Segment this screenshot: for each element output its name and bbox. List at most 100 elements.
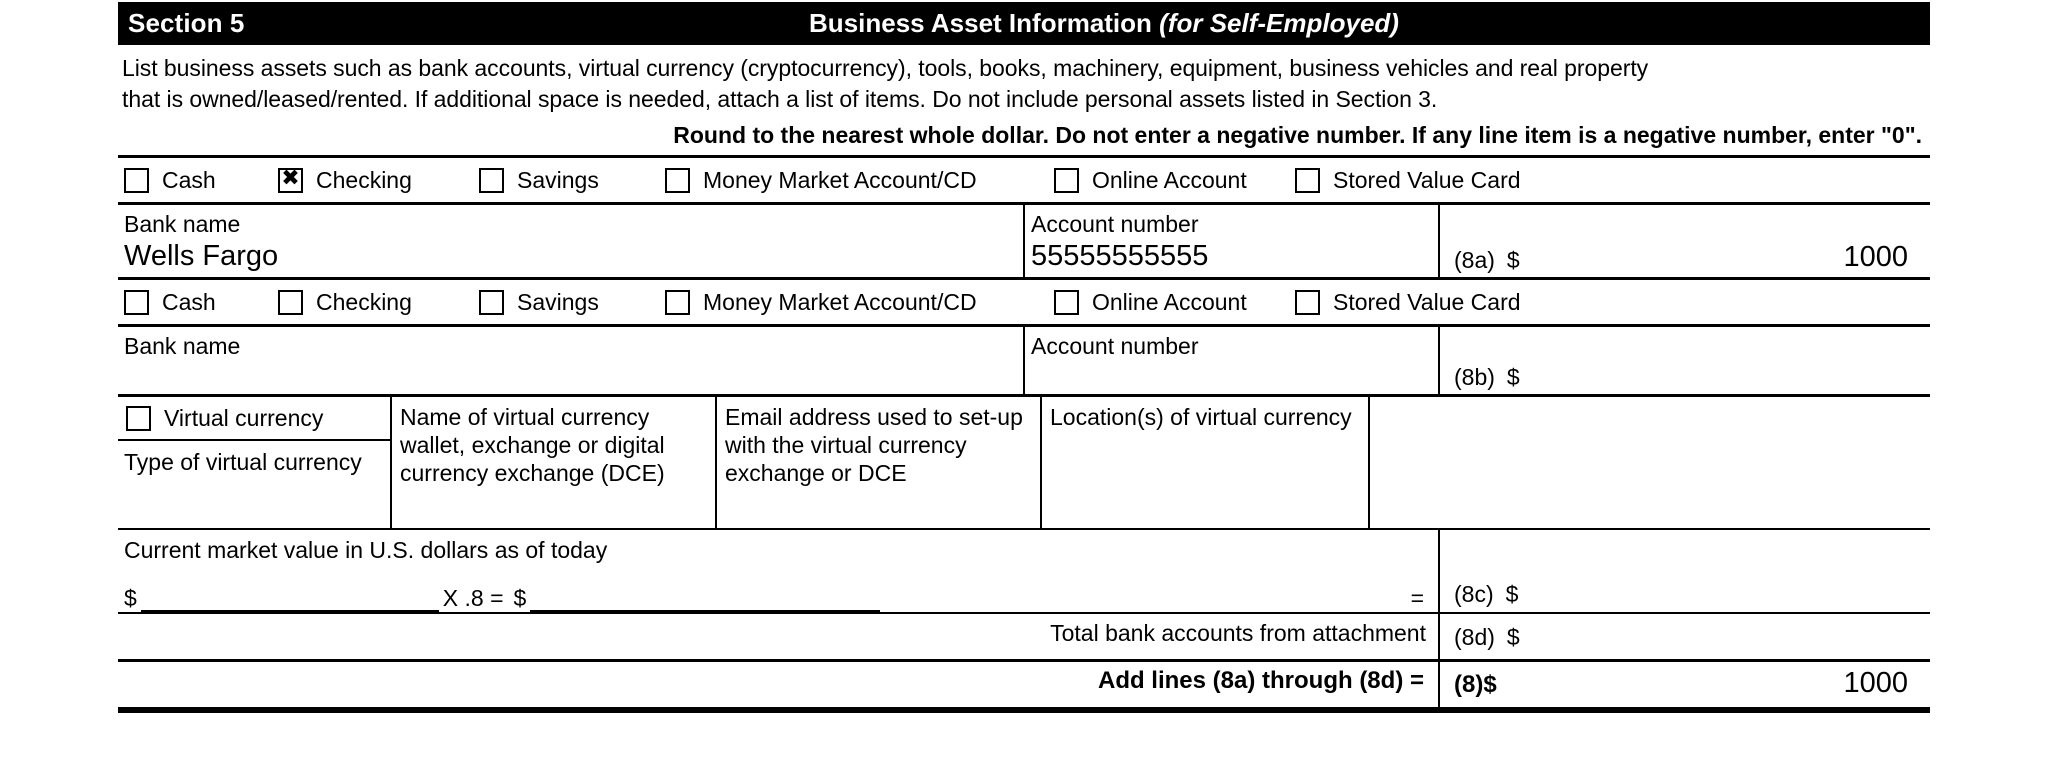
bank-name-value[interactable] (118, 360, 1023, 394)
form-page: Section 5 Business Asset Information (fo… (0, 0, 2048, 777)
check-mark-icon: ✖ (281, 166, 300, 191)
market-value-input-2[interactable] (530, 586, 881, 612)
bank-name-value[interactable]: Wells Fargo (118, 238, 1023, 277)
virtual-currency-location-label: Location(s) of virtual currency (1050, 404, 1352, 430)
line-tag-8d: (8d) $ (1454, 624, 1520, 650)
dollar-sign-2: $ (513, 585, 527, 611)
line-tag-text: (8b) (1454, 364, 1495, 390)
instructions-line-1: List business assets such as bank accoun… (122, 55, 1649, 81)
checkbox-label: Savings (517, 288, 599, 315)
row-8b-block: Cash Checking Savings Money Market Accou… (118, 277, 1930, 394)
checkbox-stored-value-card-8b[interactable]: Stored Value Card (1295, 289, 1521, 316)
checkbox-box-icon[interactable] (1054, 167, 1079, 193)
account-number-value[interactable] (1025, 360, 1438, 394)
amount-cell-total[interactable]: (8)$ 1000 (1438, 662, 1930, 707)
checkbox-cash-8b[interactable]: Cash (124, 289, 272, 316)
section-title: Business Asset Information (for Self-Emp… (118, 8, 1930, 39)
market-value-calc-line: $ X .8 = $ = (118, 564, 1438, 612)
amount-cell-8d[interactable]: (8d) $ (1438, 614, 1930, 659)
checkbox-box-icon[interactable] (665, 167, 690, 193)
amount-cell-8b[interactable]: (8b) $ (1438, 327, 1930, 394)
row-8a-block: Cash ✖ Checking Savings Money Market Acc… (118, 155, 1930, 277)
checkbox-label: Savings (517, 166, 599, 193)
checkbox-label: Online Account (1092, 166, 1247, 193)
checkbox-label: Virtual currency (164, 404, 324, 431)
virtual-currency-wallet-label: Name of virtual currency wallet, exchang… (400, 404, 665, 486)
checkbox-box-icon[interactable] (1295, 289, 1320, 315)
checkbox-box-icon[interactable] (479, 289, 504, 315)
virtual-currency-email-value[interactable] (717, 487, 1040, 492)
account-number-cell-8a[interactable]: Account number 55555555555 (1023, 205, 1438, 277)
line-tag-text: (8c) (1454, 581, 1494, 607)
checkbox-checking-8a[interactable]: ✖ Checking (278, 167, 473, 194)
checkbox-money-market-8b[interactable]: Money Market Account/CD (665, 289, 1048, 316)
checkbox-label: Checking (316, 166, 412, 193)
checkbox-box-icon[interactable] (1054, 289, 1079, 315)
amount-cell-8a[interactable]: (8a) $ 1000 (1438, 205, 1930, 277)
checkbox-savings-8a[interactable]: Savings (479, 167, 659, 194)
instructions-line-2: that is owned/leased/rented. If addition… (122, 86, 1438, 112)
checkbox-box-icon[interactable] (278, 289, 303, 315)
checkbox-box-icon[interactable] (126, 405, 151, 431)
amount-value-total[interactable]: 1000 (1843, 667, 1908, 700)
checkbox-box-icon[interactable] (479, 167, 504, 193)
dollar-sign: $ (1506, 624, 1520, 650)
account-number-label: Account number (1031, 333, 1199, 359)
equals-sign: = (1410, 585, 1424, 611)
attachment-label: Total bank accounts from attachment (1050, 620, 1426, 646)
attachment-row-block: Total bank accounts from attachment (8d)… (118, 612, 1930, 659)
virtual-currency-wallet-value[interactable] (392, 487, 715, 492)
line-tag-8c: (8c) $ (1454, 581, 1518, 608)
checkbox-box-checked-icon[interactable]: ✖ (278, 166, 303, 193)
multiplier-label: X .8 = (442, 585, 504, 611)
virtual-currency-location-value[interactable] (1042, 431, 1368, 436)
checkbox-label: Online Account (1092, 288, 1247, 315)
total-label: Add lines (8a) through (8d) = (1097, 667, 1424, 694)
rounding-note: Round to the nearest whole dollar. Do no… (673, 122, 1922, 148)
dollar-sign-1: $ (124, 585, 137, 611)
bank-name-label: Bank name (124, 333, 241, 359)
virtual-currency-type-value[interactable] (118, 476, 390, 481)
checkbox-online-account-8a[interactable]: Online Account (1054, 167, 1289, 194)
line-tag-8: (8)$ (1454, 671, 1497, 699)
checkbox-online-account-8b[interactable]: Online Account (1054, 289, 1289, 316)
account-number-cell-8b[interactable]: Account number (1023, 327, 1438, 394)
checkbox-savings-8b[interactable]: Savings (479, 289, 659, 316)
checkbox-stored-value-card-8a[interactable]: Stored Value Card (1295, 167, 1521, 194)
bank-fields-row-8b: Bank name Account number (8b) $ (118, 324, 1930, 394)
virtual-currency-empty-column (1368, 397, 1930, 528)
bank-name-label: Bank name (124, 211, 241, 237)
bank-name-cell-8b[interactable]: Bank name (118, 327, 1023, 394)
bank-name-cell-8a[interactable]: Bank name Wells Fargo (118, 205, 1023, 277)
section-title-main: Business Asset Information (809, 8, 1160, 38)
checkbox-box-icon[interactable] (124, 289, 149, 315)
market-value-block: Current market value in U.S. dollars as … (118, 528, 1930, 612)
dollar-sign: $ (1506, 247, 1520, 273)
section-5-form: Section 5 Business Asset Information (fo… (118, 2, 1930, 713)
checkbox-cash-8a[interactable]: Cash (124, 167, 272, 194)
market-value-input-1[interactable] (140, 586, 439, 612)
checkbox-money-market-8a[interactable]: Money Market Account/CD (665, 167, 1048, 194)
account-number-value[interactable]: 55555555555 (1025, 238, 1438, 277)
account-number-label: Account number (1031, 211, 1199, 237)
dollar-sign: $ (1483, 671, 1497, 698)
checkbox-box-icon[interactable] (124, 167, 149, 193)
checkbox-label: Money Market Account/CD (703, 166, 977, 193)
account-type-checkbox-row-8a: Cash ✖ Checking Savings Money Market Acc… (118, 158, 1930, 202)
checkbox-virtual-currency[interactable]: Virtual currency (118, 397, 390, 441)
market-value-left: Current market value in U.S. dollars as … (118, 528, 1438, 612)
amount-cell-8c[interactable]: (8c) $ (1438, 528, 1930, 612)
account-type-checkbox-row-8b: Cash Checking Savings Money Market Accou… (118, 280, 1930, 324)
checkbox-box-icon[interactable] (665, 289, 690, 315)
line-tag-8b: (8b) $ (1454, 364, 1520, 391)
virtual-currency-email-label: Email address used to set-up with the vi… (725, 404, 1023, 486)
checkbox-checking-8b[interactable]: Checking (278, 289, 473, 316)
checkbox-box-icon[interactable] (1295, 167, 1320, 193)
amount-value-8a[interactable]: 1000 (1843, 241, 1908, 274)
virtual-currency-email-column: Email address used to set-up with the vi… (715, 397, 1040, 528)
dollar-sign: $ (1505, 581, 1519, 607)
market-value-label: Current market value in U.S. dollars as … (124, 537, 608, 563)
virtual-currency-block: Virtual currency Type of virtual currenc… (118, 394, 1930, 528)
virtual-currency-type-column: Virtual currency Type of virtual currenc… (118, 397, 390, 528)
checkbox-label: Cash (162, 166, 216, 193)
